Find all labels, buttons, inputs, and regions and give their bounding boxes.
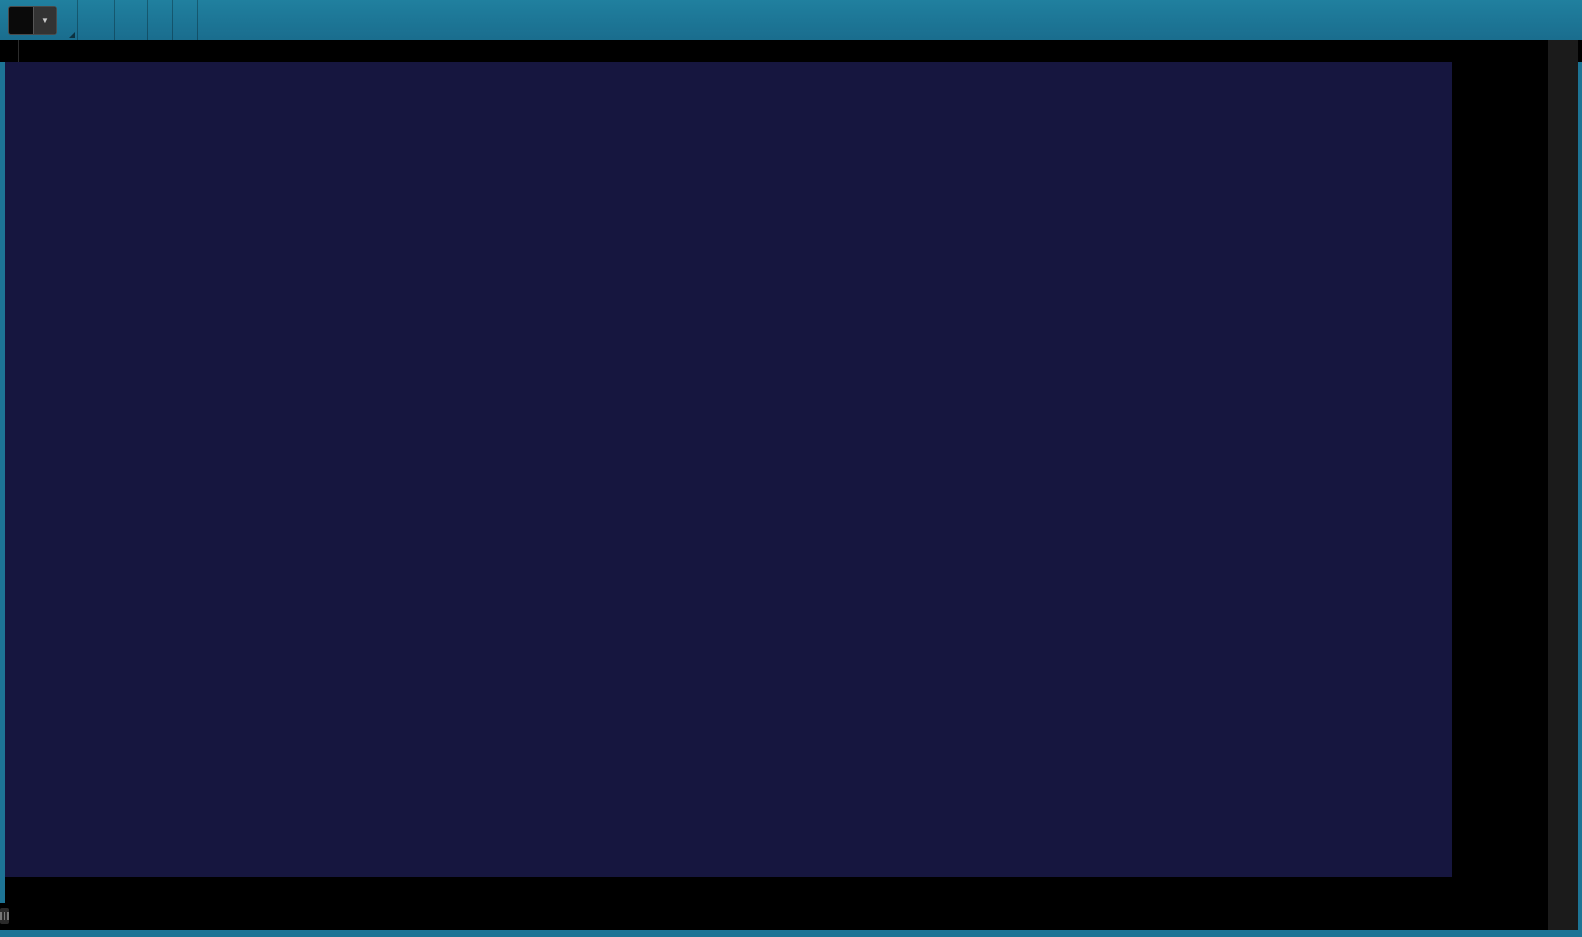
chart-canvas[interactable] — [5, 62, 1452, 877]
bid-ask-stack — [173, 0, 197, 40]
change-stack — [148, 0, 172, 40]
symbol-dropdown[interactable]: ▼ — [8, 5, 57, 35]
chart-scrollbar[interactable] — [0, 908, 9, 924]
divider — [114, 0, 115, 40]
chevron-down-icon[interactable]: ▼ — [33, 6, 56, 34]
link-button[interactable] — [57, 0, 77, 40]
bottom-bar — [0, 903, 1548, 930]
price-axis[interactable] — [1452, 40, 1548, 930]
time-axis[interactable] — [5, 877, 1452, 903]
right-sidebar — [1548, 40, 1578, 930]
divider — [77, 0, 78, 40]
top-toolbar: ▼ — [0, 0, 1582, 40]
chart-title — [0, 40, 19, 62]
chart-header-strip — [0, 40, 1582, 62]
divider — [197, 0, 198, 40]
